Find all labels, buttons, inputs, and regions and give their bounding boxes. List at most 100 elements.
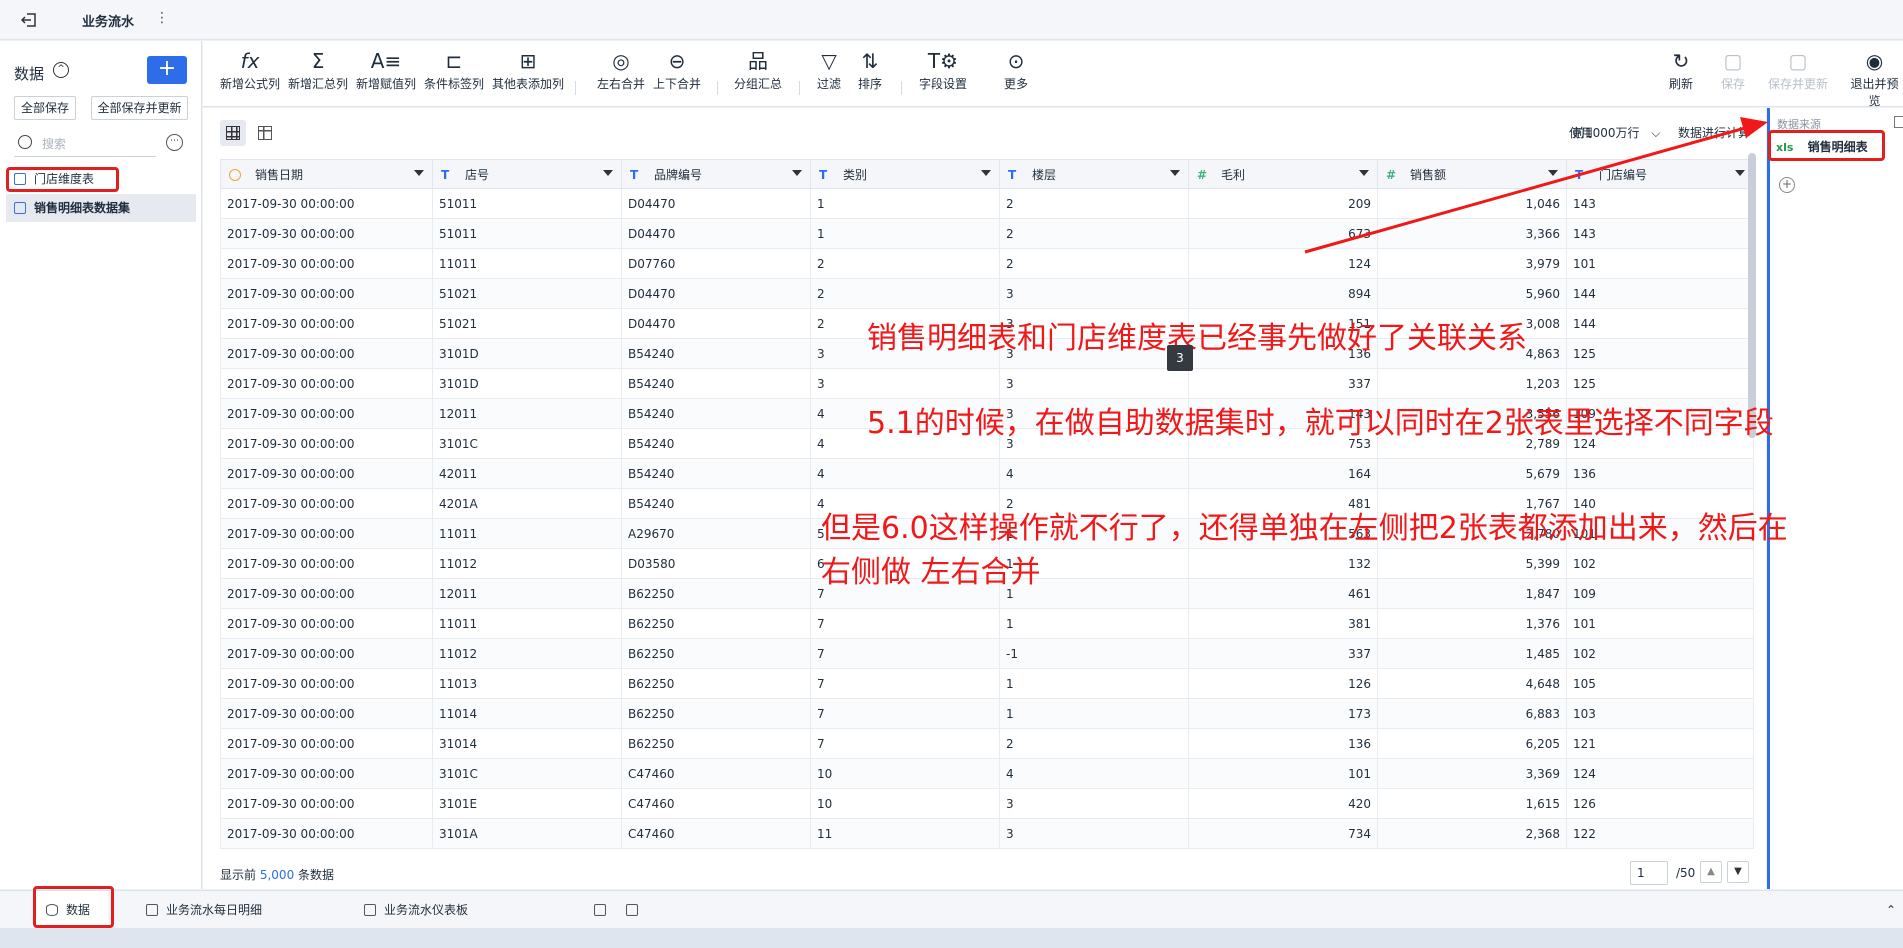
table-cell: 7 [810, 728, 1000, 759]
page-title: 业务流水 [82, 15, 135, 30]
separator [575, 81, 576, 95]
vertical-scrollbar[interactable] [1748, 153, 1756, 438]
table-cell: B54240 [621, 428, 811, 459]
tab-daily-detail[interactable]: 业务流水每日明细 [146, 891, 262, 929]
column-dropdown-icon[interactable] [1548, 170, 1558, 176]
column-header[interactable]: T 品牌编号 [621, 159, 811, 189]
page-input[interactable]: 1 [1630, 861, 1668, 885]
table-row: 2017-09-30 00:00:00 3101D B54240 3 3 337 1,203… [220, 368, 1754, 399]
exit-preview-button[interactable]: ◉ 退出并预览 [1846, 49, 1903, 109]
table-cell: 3101D [432, 368, 622, 399]
left-right-merge-button[interactable]: ◎ 左右合并 [597, 49, 645, 92]
table-cell: 3,979 [1377, 248, 1567, 279]
row-limit-select[interactable]: 前1000万行 ⌵ [1573, 124, 1660, 141]
column-dropdown-icon[interactable] [1359, 170, 1369, 176]
table-cell: D04470 [621, 308, 811, 339]
table-cell: 1,615 [1377, 788, 1567, 819]
column-header[interactable]: 销售日期 [220, 159, 433, 189]
column-dropdown-icon[interactable] [414, 170, 424, 176]
table-row: 2017-09-30 00:00:00 42011 B54240 4 4 164 5,679… [220, 458, 1754, 489]
search-box[interactable]: 搜索 [14, 131, 156, 157]
column-dropdown-icon[interactable] [1170, 170, 1180, 176]
data-preview-area: 使用 前1000万行 ⌵ 数据进行计算 销售日期 T 店号 T 品牌编号 T 类别 T 楼层 # 毛… [203, 108, 1766, 889]
table-cell: 1 [999, 698, 1189, 729]
table-row: 2017-09-30 00:00:00 31014 B62250 7 2 136 6,205… [220, 728, 1754, 759]
collapse-up-icon[interactable]: ⌃ [1886, 891, 1896, 929]
add-formula-column-button[interactable]: fx 新增公式列 [220, 49, 280, 92]
dataset-item-sales-detail[interactable]: 销售明细表数据集 [6, 194, 196, 222]
separator [717, 81, 718, 95]
text-type-icon: T [1008, 167, 1017, 182]
column-dropdown-icon[interactable] [1735, 170, 1745, 176]
column-header[interactable]: T 店号 [432, 159, 622, 189]
data-source-item[interactable]: xls 销售明细表 [1776, 138, 1868, 155]
table-cell: 126 [1188, 668, 1378, 699]
column-header-label: 销售日期 [255, 167, 304, 182]
add-source-icon[interactable]: + [1779, 177, 1795, 193]
save-update-all-button[interactable]: 全部保存并更新 [91, 96, 188, 120]
add-report-icon[interactable] [594, 891, 614, 929]
tab-dashboard[interactable]: 业务流水仪表板 [364, 891, 468, 929]
table-cell: 734 [1188, 818, 1378, 849]
save-button[interactable]: ▢ 保存 [1721, 49, 1745, 92]
column-dropdown-icon[interactable] [981, 170, 991, 176]
annotation-text: 右侧做 左右合并 [821, 555, 1041, 590]
table-cell: 2017-09-30 00:00:00 [220, 728, 433, 759]
sort-button[interactable]: ⇅ 排序 [858, 49, 882, 92]
column-header[interactable]: T 门店编号 [1566, 159, 1754, 189]
table-cell: 2 [999, 218, 1189, 249]
date-type-icon [229, 168, 241, 181]
table-cell: A29670 [621, 518, 811, 549]
sort-icon: ⇅ [861, 49, 879, 73]
table-cell: 420 [1188, 788, 1378, 819]
collapse-icon[interactable]: ^ [53, 62, 69, 78]
table-row: 2017-09-30 00:00:00 11011 D07760 2 2 124 3,979… [220, 248, 1754, 279]
save-and-update-button[interactable]: ▢ 保存并更新 [1768, 49, 1828, 92]
save-all-button[interactable]: 全部保存 [14, 96, 76, 120]
search-input[interactable]: 搜索 [42, 135, 66, 152]
grid-view-toggle[interactable] [220, 120, 246, 146]
other-table-add-column-button[interactable]: ⊞ 其他表添加列 [492, 49, 564, 92]
merge-lr-icon: ◎ [612, 49, 630, 73]
more-options-icon[interactable]: ⋯ [166, 134, 183, 151]
table-cell: 2017-09-30 00:00:00 [220, 218, 433, 249]
table-cell: 11012 [432, 548, 622, 579]
field-settings-button[interactable]: T⚙ 字段设置 [919, 49, 967, 92]
column-header[interactable]: T 类别 [810, 159, 1000, 189]
table-cell: 126 [1566, 788, 1754, 819]
more-button[interactable]: ⊙ 更多 [1004, 49, 1028, 92]
up-down-merge-button[interactable]: ⊖ 上下合并 [653, 49, 701, 92]
column-dropdown-icon[interactable] [603, 170, 613, 176]
refresh-button[interactable]: ↻ 刷新 [1669, 49, 1693, 92]
column-dropdown-icon[interactable] [792, 170, 802, 176]
table-cell: 11011 [432, 518, 622, 549]
filter-button[interactable]: ▽ 过滤 [817, 49, 841, 92]
page-up-button[interactable]: ▲ [1700, 861, 1722, 883]
add-assign-column-button[interactable]: A≡ 新增赋值列 [356, 49, 416, 92]
tab-data[interactable]: 数据 [36, 891, 108, 929]
more-menu-icon[interactable]: ⋮ [155, 10, 169, 26]
dataset-item-store-dim[interactable]: 门店维度表 [6, 165, 196, 193]
column-header-label: 店号 [465, 167, 490, 182]
table-cell: 164 [1188, 458, 1378, 489]
bottom-tab-bar: 数据 业务流水每日明细 业务流水仪表板 ⌃ [0, 890, 1903, 929]
add-summary-column-button[interactable]: Σ 新增汇总列 [288, 49, 348, 92]
add-column-icon: ⊞ [519, 49, 537, 73]
table-cell: 2017-09-30 00:00:00 [220, 368, 433, 399]
column-header[interactable]: # 销售额 [1377, 159, 1567, 189]
expand-icon[interactable] [1894, 116, 1903, 128]
column-header[interactable]: T 楼层 [999, 159, 1189, 189]
table-cell: 4 [999, 758, 1189, 789]
cursor-badge: 3 [1167, 345, 1193, 371]
group-summary-button[interactable]: 品分组汇总 [734, 49, 782, 92]
column-header[interactable]: # 毛利 [1188, 159, 1378, 189]
tab-label: 数据 [66, 903, 91, 917]
table-view-toggle[interactable] [252, 120, 278, 146]
page-down-button[interactable]: ▼ [1727, 861, 1749, 883]
add-dashboard-icon[interactable] [626, 891, 646, 929]
table-row: 2017-09-30 00:00:00 3101C C47460 10 4 101 3,36… [220, 758, 1754, 789]
condition-label-column-button[interactable]: ⊏ 条件标签列 [424, 49, 484, 92]
exit-icon[interactable] [20, 11, 38, 29]
add-dataset-button[interactable]: + [147, 56, 187, 84]
table-cell: 101 [1566, 248, 1754, 279]
